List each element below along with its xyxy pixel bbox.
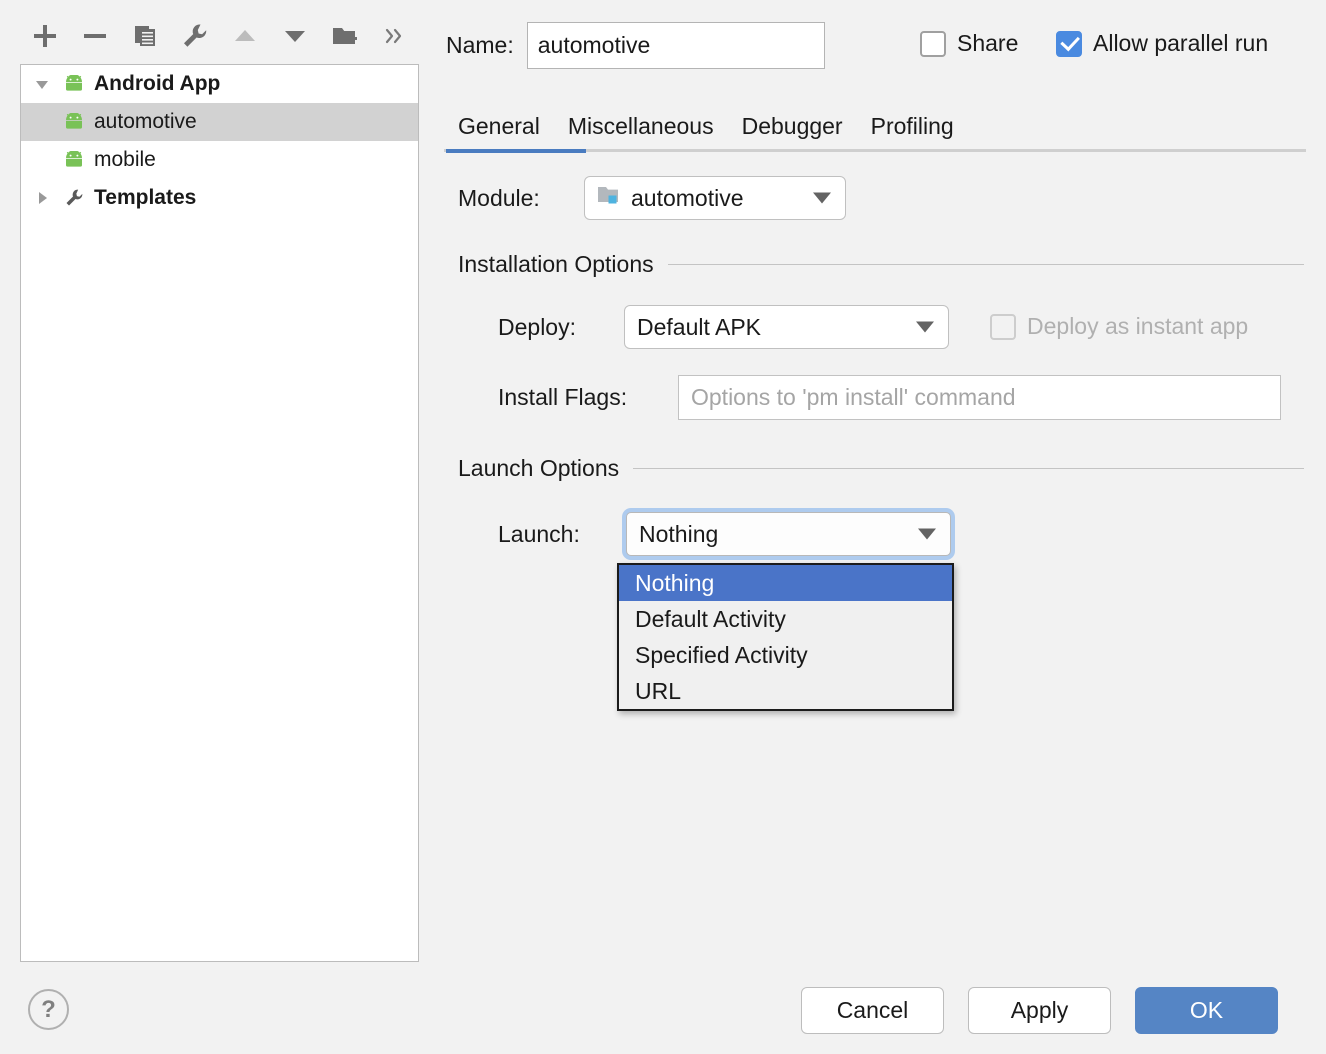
apply-button[interactable]: Apply [968, 987, 1111, 1034]
tree-item-label: Android App [94, 72, 220, 96]
deploy-row: Deploy: Default APK [498, 305, 949, 349]
new-folder-button[interactable] [320, 14, 370, 58]
allow-parallel-run-label: Allow parallel run [1093, 30, 1268, 57]
configuration-toolbar [20, 12, 420, 60]
section-divider [633, 468, 1304, 469]
installation-options-section-header: Installation Options [458, 251, 1304, 278]
share-checkbox-row[interactable]: Share [920, 30, 1018, 57]
deploy-label: Deploy: [498, 314, 624, 341]
configuration-tabs: General Miscellaneous Debugger Profiling [444, 100, 1306, 154]
tab-strip: General Miscellaneous Debugger Profiling [444, 100, 1306, 148]
install-flags-row: Install Flags: [498, 375, 1281, 420]
launch-value: Nothing [639, 521, 718, 548]
chevron-down-icon [813, 193, 831, 204]
folder-add-icon [331, 22, 359, 50]
more-options-button[interactable] [370, 14, 420, 58]
chevron-down-icon [918, 529, 936, 540]
add-configuration-button[interactable] [20, 14, 70, 58]
twisty-expanded-icon[interactable] [25, 75, 59, 93]
launch-dropdown-menu[interactable]: Nothing Default Activity Specified Activ… [617, 563, 954, 711]
tree-item-mobile[interactable]: mobile [21, 141, 418, 179]
tree-item-label: Templates [94, 186, 196, 210]
module-value: automotive [631, 185, 744, 212]
triangle-up-icon [231, 22, 259, 50]
edit-templates-button[interactable] [170, 14, 220, 58]
ok-button[interactable]: OK [1135, 987, 1278, 1034]
tree-item-label: automotive [94, 110, 197, 134]
module-folder-icon [597, 184, 623, 212]
deploy-as-instant-app-label: Deploy as instant app [1027, 313, 1248, 340]
tab-debugger[interactable]: Debugger [728, 104, 857, 148]
chevron-double-right-icon [384, 25, 406, 47]
wrench-icon [181, 22, 209, 50]
installation-options-label: Installation Options [458, 251, 654, 278]
tab-active-indicator [446, 149, 586, 153]
run-configuration-dialog: Android App automotive [0, 0, 1326, 1054]
move-down-button[interactable] [270, 14, 320, 58]
allow-parallel-run-checkbox[interactable] [1056, 31, 1082, 57]
section-divider [668, 264, 1304, 265]
triangle-down-icon [281, 22, 309, 50]
chevron-down-icon [916, 322, 934, 333]
help-button[interactable]: ? [28, 989, 69, 1030]
name-label: Name: [446, 32, 514, 59]
launch-dropdown-focus-ring: Nothing [622, 508, 955, 560]
launch-label: Launch: [498, 521, 622, 548]
configuration-tree[interactable]: Android App automotive [20, 64, 419, 962]
tree-item-android-app[interactable]: Android App [21, 65, 418, 103]
launch-options-section-header: Launch Options [458, 455, 1304, 482]
question-mark-icon: ? [41, 996, 56, 1024]
copy-icon [132, 23, 158, 49]
configuration-editor-panel: Name: Share Allow parallel run General M… [440, 0, 1326, 1054]
tree-item-automotive[interactable]: automotive [21, 103, 418, 141]
remove-configuration-button[interactable] [70, 14, 120, 58]
name-row: Name: [446, 22, 825, 69]
move-up-button[interactable] [220, 14, 270, 58]
tree-item-label: mobile [94, 148, 156, 172]
tab-general[interactable]: General [444, 104, 554, 148]
android-icon [59, 151, 89, 169]
module-row: Module: automotive [458, 176, 846, 220]
tab-profiling[interactable]: Profiling [857, 104, 968, 148]
deploy-as-instant-app-checkbox [990, 314, 1016, 340]
deploy-value: Default APK [637, 314, 761, 341]
dialog-buttons: Cancel Apply OK [801, 987, 1278, 1034]
launch-option-default-activity[interactable]: Default Activity [619, 601, 952, 637]
launch-options-label: Launch Options [458, 455, 619, 482]
launch-row: Launch: Nothing [498, 508, 955, 560]
launch-dropdown[interactable]: Nothing [626, 512, 951, 556]
name-input[interactable] [527, 22, 825, 69]
allow-parallel-run-checkbox-row[interactable]: Allow parallel run [1056, 30, 1268, 57]
wrench-icon [59, 188, 89, 208]
module-dropdown[interactable]: automotive [584, 176, 846, 220]
launch-option-url[interactable]: URL [619, 673, 952, 709]
launch-option-specified-activity[interactable]: Specified Activity [619, 637, 952, 673]
plus-icon [32, 23, 58, 49]
android-icon [59, 75, 89, 93]
install-flags-label: Install Flags: [498, 384, 678, 411]
share-checkbox[interactable] [920, 31, 946, 57]
deploy-dropdown[interactable]: Default APK [624, 305, 949, 349]
tree-item-templates[interactable]: Templates [21, 179, 418, 217]
module-label: Module: [458, 185, 584, 212]
install-flags-input[interactable] [678, 375, 1281, 420]
cancel-button[interactable]: Cancel [801, 987, 944, 1034]
launch-option-nothing[interactable]: Nothing [619, 565, 952, 601]
tab-miscellaneous[interactable]: Miscellaneous [554, 104, 728, 148]
share-label: Share [957, 30, 1018, 57]
deploy-as-instant-app-row: Deploy as instant app [990, 313, 1248, 340]
minus-icon [82, 23, 108, 49]
android-icon [59, 113, 89, 131]
twisty-collapsed-icon[interactable] [25, 189, 59, 207]
copy-configuration-button[interactable] [120, 14, 170, 58]
